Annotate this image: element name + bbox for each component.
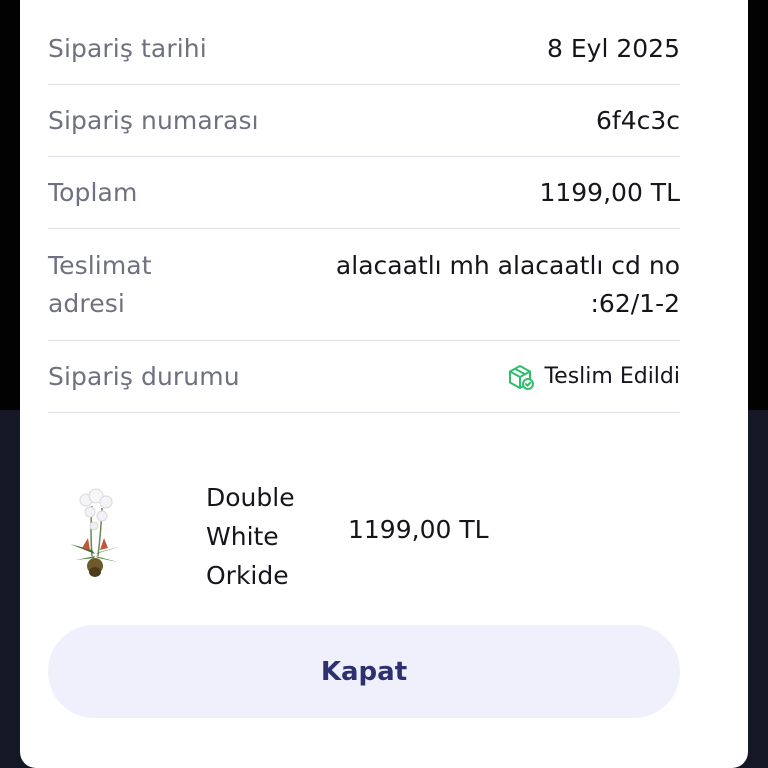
product-item: Double White Orkide 1199,00 TL <box>48 470 680 600</box>
delivery-address-value: alacaatlı mh alacaatlı cd no :62/1-2 <box>335 250 680 318</box>
order-total-row: Toplam 1199,00 TL <box>48 157 680 229</box>
order-number-row: Sipariş numarası 6f4c3c <box>48 85 680 157</box>
order-number-value: 6f4c3c <box>595 106 680 135</box>
order-date-value: 8 Eyl 2025 <box>547 33 680 63</box>
close-button[interactable]: Kapat <box>48 625 680 718</box>
order-date-row: Sipariş tarihi 8 Eyl 2025 <box>48 12 680 85</box>
order-total-value: 1199,00 TL <box>539 178 680 207</box>
order-status-value: Teslim Edildi <box>544 364 680 389</box>
order-status-label: Sipariş durumu <box>48 362 240 391</box>
orchid-product-image <box>70 488 122 577</box>
order-date-label: Sipariş tarihi <box>48 33 207 63</box>
order-number-label: Sipariş numarası <box>48 106 259 135</box>
delivery-address-label: Teslimat adresi <box>48 250 152 318</box>
delivery-address-row: Teslimat adresi alacaatlı mh alacaatlı c… <box>48 229 680 341</box>
product-name: Double White Orkide <box>206 483 295 590</box>
package-check-icon <box>509 364 535 390</box>
order-total-label: Toplam <box>48 178 138 207</box>
order-status: Teslim Edildi <box>506 363 680 391</box>
order-details-list: Sipariş tarihi 8 Eyl 2025 Sipariş numara… <box>48 12 680 413</box>
product-price: 1199,00 TL <box>348 515 489 544</box>
order-status-row: Sipariş durumu Teslim Edildi <box>48 341 680 413</box>
